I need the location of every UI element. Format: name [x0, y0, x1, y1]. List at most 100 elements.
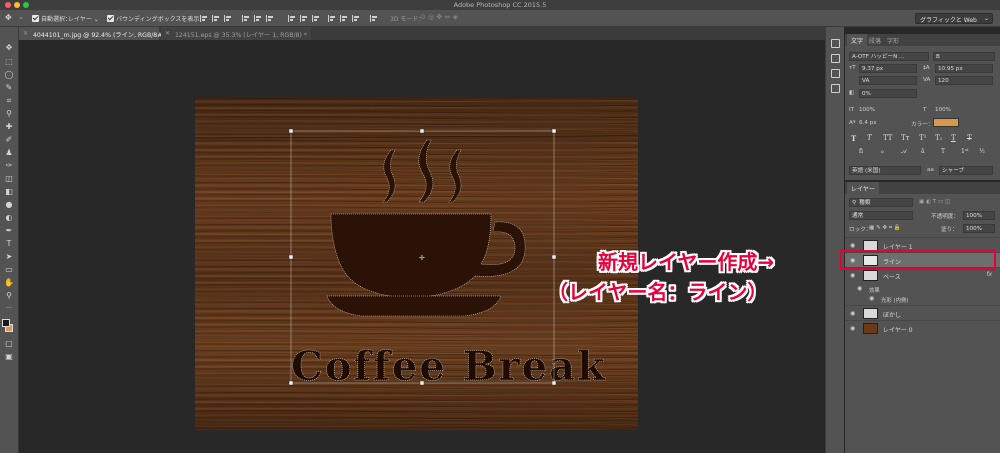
document-canvas[interactable]: Coffee Break ✛	[195, 98, 638, 430]
tab-glyphs[interactable]: 字形	[887, 36, 899, 45]
workspace-dropdown[interactable]: グラフィックと Web ⌄	[915, 13, 993, 24]
fractions-button[interactable]: ½	[979, 148, 985, 155]
distribute-left-icon[interactable]	[328, 15, 336, 22]
text-color-swatch[interactable]	[933, 118, 959, 127]
eraser-tool-icon[interactable]: ◫	[4, 174, 14, 184]
underline-button[interactable]: T	[951, 134, 956, 142]
type-tool-icon[interactable]: T	[4, 239, 14, 249]
horizontal-scale-value[interactable]: 100%	[935, 107, 951, 113]
dodge-tool-icon[interactable]: ◐	[4, 213, 14, 223]
move-tool-icon[interactable]: ✥	[5, 13, 12, 22]
hand-tool-icon[interactable]: ✋	[4, 278, 14, 288]
crop-tool-icon[interactable]: ⌗	[4, 96, 14, 106]
shape-tool-icon[interactable]: ▭	[4, 265, 14, 275]
layer-name[interactable]: ぼかし	[883, 310, 901, 319]
layer-filter-dropdown[interactable]: ⚲ 種類	[849, 198, 913, 207]
zoom-tool-icon[interactable]: ⚲	[4, 291, 14, 301]
baseline-shift-value[interactable]: 6.4 px	[859, 120, 877, 126]
titling-button[interactable]: T	[941, 148, 945, 155]
healing-brush-tool-icon[interactable]: ✚	[4, 122, 14, 132]
visibility-eye-icon[interactable]: ◉	[850, 325, 855, 332]
brush-tool-icon[interactable]: ✐	[4, 135, 14, 145]
auto-select-target-dropdown[interactable]: レイヤー ⌄	[68, 14, 99, 23]
old-style-button[interactable]: ℴ	[881, 148, 884, 155]
lasso-tool-icon[interactable]: ◯	[4, 70, 14, 80]
effect-inner-glow[interactable]: 光彩 (内側)	[881, 296, 908, 304]
close-tab-icon[interactable]: ✕	[23, 30, 28, 37]
align-right-icon[interactable]	[266, 15, 274, 22]
quick-mask-icon[interactable]: ▢	[4, 339, 14, 349]
distribute-hcenter-icon[interactable]	[340, 15, 348, 22]
foreground-color-swatch[interactable]	[2, 319, 10, 327]
bounding-box-checkbox[interactable]: バウンディングボックスを表示	[107, 14, 199, 23]
eyedropper-tool-icon[interactable]: ⚲	[4, 109, 14, 119]
marquee-tool-icon[interactable]: ⬚	[4, 57, 14, 67]
properties-panel-icon[interactable]	[831, 54, 840, 63]
blend-mode-dropdown[interactable]: 通常	[849, 211, 913, 220]
ordinal-button[interactable]: 1ˢᵗ	[961, 148, 968, 155]
swatches-panel-icon[interactable]	[831, 69, 840, 78]
align-left-icon[interactable]	[242, 15, 250, 22]
visibility-eye-icon[interactable]: ◉	[850, 310, 855, 317]
small-caps-button[interactable]: Tᴛ	[901, 134, 910, 142]
layer-filter-icons[interactable]: ▣ ◐ T ▭ ◫	[919, 199, 950, 205]
more-tools-icon[interactable]: ···	[4, 304, 14, 314]
opacity-field[interactable]: 100%	[963, 211, 995, 220]
visibility-eye-icon[interactable]: ◉	[850, 242, 855, 249]
ligature-button[interactable]: fi	[859, 148, 863, 155]
screen-mode-icon[interactable]: ▣	[4, 352, 14, 362]
tracking-field[interactable]: 120	[935, 76, 993, 85]
font-size-field[interactable]: 9.37 px	[859, 64, 917, 73]
path-select-tool-icon[interactable]: ➤	[4, 252, 14, 262]
align-vcenter-icon[interactable]	[212, 15, 220, 22]
move-tool-icon[interactable]: ✥	[4, 43, 14, 53]
language-dropdown[interactable]: 英語 (米国)	[849, 166, 921, 175]
close-tab-icon[interactable]: ✕	[165, 30, 170, 37]
adjustments-panel-icon[interactable]	[831, 84, 840, 93]
layer-row[interactable]: ◉ レイヤー 0	[845, 320, 1000, 335]
layer-effects-icon[interactable]: fx	[986, 271, 992, 278]
tab-character[interactable]: 文字	[847, 34, 868, 46]
stylistic-button[interactable]: ā	[921, 148, 925, 155]
gradient-tool-icon[interactable]: ◧	[4, 187, 14, 197]
fill-field[interactable]: 100%	[963, 224, 995, 233]
clone-stamp-tool-icon[interactable]: ♟	[4, 148, 14, 158]
auto-select-checkbox[interactable]: 自動選択：	[32, 14, 71, 23]
distribute-top-icon[interactable]	[288, 15, 296, 22]
leading-field[interactable]: 10.95 px	[935, 64, 993, 73]
kerning-field[interactable]: VA	[859, 76, 917, 85]
history-panel-icon[interactable]	[831, 39, 840, 48]
superscript-button[interactable]: T¹	[919, 134, 926, 142]
history-brush-tool-icon[interactable]: ✑	[4, 161, 14, 171]
font-family-field[interactable]: A-OTF ハッピーN ...	[849, 52, 929, 61]
tab-layers[interactable]: レイヤー	[847, 182, 879, 194]
font-style-field[interactable]: B	[933, 52, 995, 61]
layer-row[interactable]: ◉ ぼかし	[845, 305, 1000, 320]
tab-document-2[interactable]: ✕ 124151.eps @ 35.3% (レイヤー 1, RGB/8) *	[161, 27, 311, 40]
strikethrough-button[interactable]: T	[967, 134, 972, 142]
subscript-button[interactable]: T₁	[935, 134, 942, 142]
align-hcenter-icon[interactable]	[254, 15, 262, 22]
layer-name[interactable]: ベース	[883, 272, 901, 281]
tsume-field[interactable]: 0%	[859, 89, 917, 98]
distribute-right-icon[interactable]	[352, 15, 360, 22]
antialias-dropdown[interactable]: シャープ	[939, 166, 993, 175]
distribute-bottom-icon[interactable]	[312, 15, 320, 22]
lock-icons[interactable]: ▦ ✎ ✥ ⌗ 🔒	[869, 225, 901, 232]
tab-paragraph[interactable]: 段落	[869, 36, 881, 45]
all-caps-button[interactable]: TT	[883, 134, 892, 142]
visibility-eye-icon[interactable]: ◉	[850, 272, 855, 279]
tool-preset-chevron-icon[interactable]: ⌄	[18, 13, 24, 21]
auto-align-icon[interactable]	[370, 15, 378, 22]
vertical-scale-value[interactable]: 100%	[859, 107, 875, 113]
faux-italic-button[interactable]: T	[867, 134, 872, 142]
effects-eye-icon[interactable]: ◉	[857, 285, 862, 292]
blur-tool-icon[interactable]: ●	[4, 200, 14, 210]
swash-button[interactable]: 𝒜	[901, 148, 907, 156]
effect-eye-icon[interactable]: ◉	[869, 295, 874, 302]
align-bottom-icon[interactable]	[224, 15, 232, 22]
faux-bold-button[interactable]: T	[851, 134, 856, 143]
pen-tool-icon[interactable]: ✒	[4, 226, 14, 236]
3d-orbit-icon[interactable]: ⊙ ◎ ✥ ⇔ ◈	[420, 13, 458, 21]
tab-document-1[interactable]: ✕ 4044101_m.jpg @ 92.4% (ライン, RGB/8#) *	[19, 27, 170, 40]
